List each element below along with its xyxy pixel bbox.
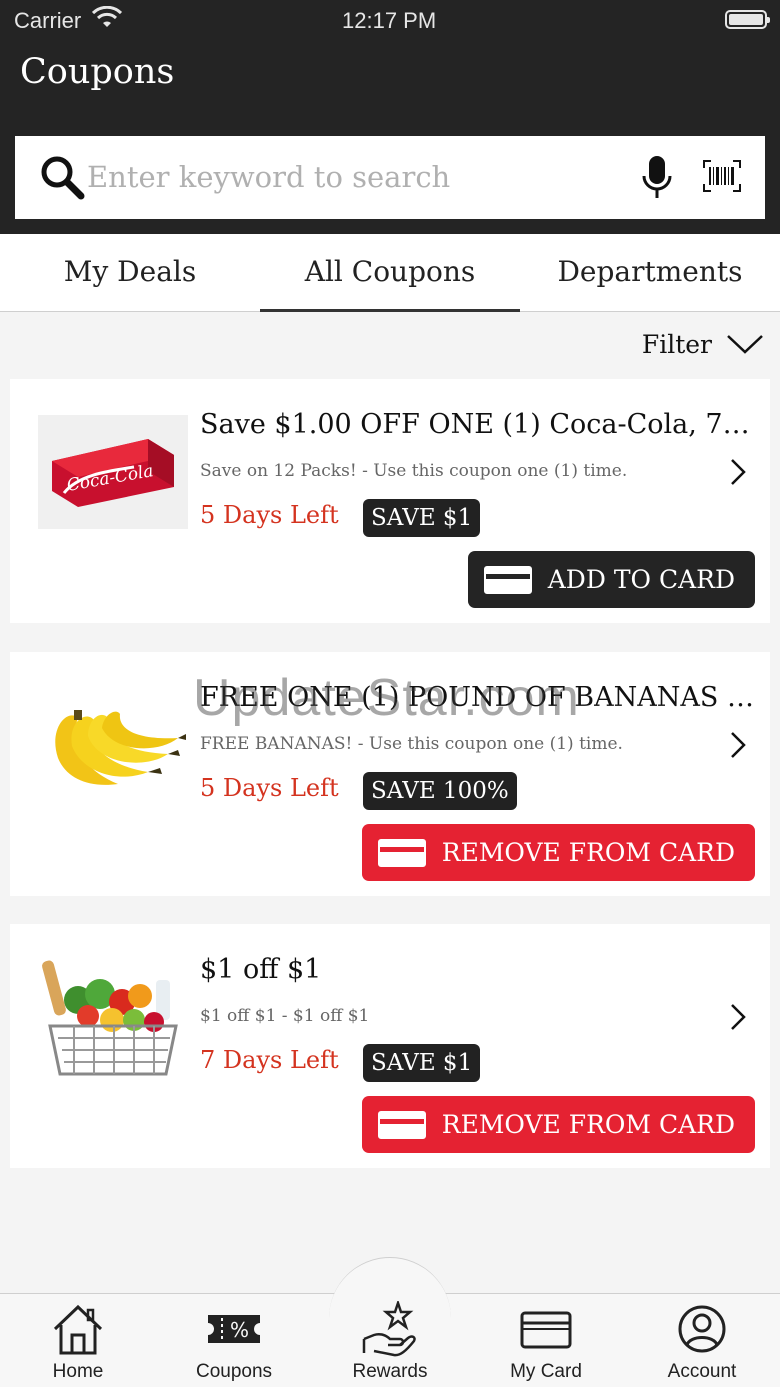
nav-home[interactable]: Home xyxy=(0,1293,156,1387)
coupon-title: Save $1.00 OFF ONE (1) Coca-Cola, 7up, o… xyxy=(200,409,756,440)
remove-from-card-button[interactable]: REMOVE FROM CARD xyxy=(361,824,755,881)
grocery-basket-image xyxy=(38,950,188,1086)
status-bar: Carrier 12:17 PM xyxy=(0,0,780,40)
nav-home-label: Home xyxy=(52,1361,104,1382)
nav-coupons[interactable]: % Coupons xyxy=(156,1293,312,1387)
remove-from-card-label: REMOVE FROM CARD xyxy=(441,1110,735,1139)
coupon-card[interactable]: Coca-Cola Save $1.00 OFF ONE (1) Coca-Co… xyxy=(10,379,770,623)
nav-rewards-label: Rewards xyxy=(352,1361,428,1382)
carrier-label: Carrier xyxy=(14,8,82,33)
nav-rewards[interactable]: Rewards xyxy=(312,1293,468,1387)
card-icon xyxy=(377,1110,426,1139)
rewards-hand-star-icon xyxy=(362,1301,416,1357)
chevron-right-icon[interactable] xyxy=(728,1002,748,1032)
coupon-title: FREE ONE (1) POUND OF BANANAS (US... xyxy=(200,682,756,713)
page-title: Coupons xyxy=(20,52,175,92)
search-bar xyxy=(15,136,765,219)
tab-departments[interactable]: Departments xyxy=(520,234,780,312)
search-icon[interactable] xyxy=(39,154,85,200)
coupon-card[interactable]: FREE ONE (1) POUND OF BANANAS (US... FRE… xyxy=(10,652,770,896)
add-to-card-label: ADD TO CARD xyxy=(547,565,735,594)
coupon-title: $1 off $1 xyxy=(200,954,322,985)
savings-badge: SAVE $1 xyxy=(363,499,481,537)
coupon-card[interactable]: $1 off $1 $1 off $1 - $1 off $1 7 Days L… xyxy=(10,924,770,1168)
chevron-right-icon[interactable] xyxy=(728,457,748,487)
chevron-right-icon[interactable] xyxy=(728,730,748,760)
tab-my-deals[interactable]: My Deals xyxy=(0,234,260,312)
savings-badge: SAVE 100% xyxy=(363,772,517,810)
add-to-card-button[interactable]: ADD TO CARD xyxy=(467,551,755,608)
home-icon xyxy=(53,1304,103,1355)
remove-from-card-label: REMOVE FROM CARD xyxy=(441,838,735,867)
wifi-icon xyxy=(92,6,122,27)
coupon-description: $1 off $1 - $1 off $1 xyxy=(200,1006,370,1026)
days-left-label: 5 Days Left xyxy=(200,774,339,802)
days-left-label: 7 Days Left xyxy=(200,1046,339,1074)
coupon-tabs: My Deals All Coupons Departments xyxy=(0,234,780,312)
svg-text:%: % xyxy=(230,1318,249,1342)
days-left-label: 5 Days Left xyxy=(200,501,339,529)
filter-button[interactable]: Filter xyxy=(642,326,764,362)
account-icon xyxy=(678,1305,726,1353)
microphone-icon[interactable] xyxy=(641,154,673,200)
nav-my-card-label: My Card xyxy=(510,1361,582,1382)
coca-cola-product-image: Coca-Cola xyxy=(38,415,188,529)
nav-coupons-label: Coupons xyxy=(195,1361,273,1382)
card-icon xyxy=(483,565,532,594)
card-icon xyxy=(377,838,426,867)
coupon-description: Save on 12 Packs! - Use this coupon one … xyxy=(200,461,628,481)
status-time: 12:17 PM xyxy=(342,8,437,33)
nav-account[interactable]: Account xyxy=(624,1293,780,1387)
savings-badge: SAVE $1 xyxy=(363,1044,481,1082)
coupon-description: FREE BANANAS! - Use this coupon one (1) … xyxy=(200,734,623,754)
bananas-product-image xyxy=(38,688,188,802)
battery-icon xyxy=(725,10,770,29)
chevron-down-icon xyxy=(727,335,763,354)
nav-my-card[interactable]: My Card xyxy=(468,1293,624,1387)
tab-all-coupons[interactable]: All Coupons xyxy=(260,234,520,312)
barcode-scan-icon[interactable] xyxy=(703,160,741,192)
filter-label: Filter xyxy=(641,329,712,359)
nav-account-label: Account xyxy=(667,1361,737,1382)
card-icon xyxy=(520,1311,572,1349)
search-input[interactable] xyxy=(87,148,607,206)
coupon-ticket-icon: % xyxy=(208,1315,260,1343)
remove-from-card-button[interactable]: REMOVE FROM CARD xyxy=(361,1096,755,1153)
